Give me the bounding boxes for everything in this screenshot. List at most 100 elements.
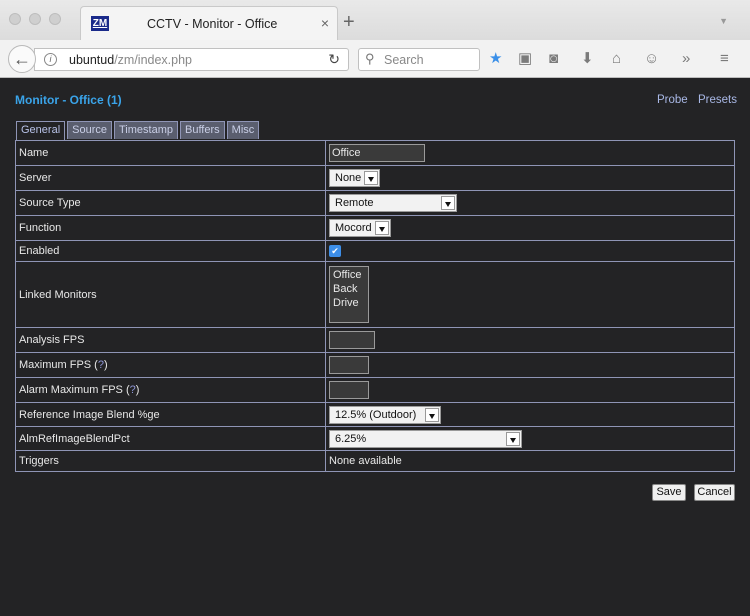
- browser-toolbar: i ubuntud/zm/index.php ↻ ← ⚲ Search ★ ▣ …: [0, 40, 750, 78]
- save-button[interactable]: Save: [652, 484, 686, 501]
- source-type-label: Source Type: [15, 190, 326, 216]
- name-cell: Office: [325, 140, 735, 166]
- linked-monitors-listbox[interactable]: Office Back Drive: [329, 266, 369, 323]
- alm-ref-blend-label: AlmRefImageBlendPct: [15, 426, 326, 451]
- alarm-maximum-fps-input[interactable]: [329, 381, 369, 399]
- alm-ref-blend-cell: 6.25%: [325, 426, 735, 451]
- browser-titlebar: ZM CCTV - Monitor - Office × + ▼: [0, 0, 750, 40]
- source-type-select-value: Remote: [335, 197, 374, 209]
- table-row: Name Office: [15, 140, 735, 166]
- name-input[interactable]: Office: [329, 144, 425, 162]
- analysis-fps-input[interactable]: [329, 331, 375, 349]
- list-item[interactable]: Drive: [333, 296, 365, 310]
- function-label: Function: [15, 215, 326, 241]
- table-row: AlmRefImageBlendPct 6.25%: [15, 426, 735, 451]
- new-tab-icon[interactable]: +: [343, 12, 355, 32]
- linked-monitors-cell: Office Back Drive: [325, 261, 735, 328]
- presets-link[interactable]: Presets: [698, 94, 737, 106]
- triggers-value: None available: [325, 450, 735, 472]
- alarm-maximum-fps-label: Alarm Maximum FPS (?): [15, 377, 326, 403]
- window-close-button[interactable]: [9, 13, 21, 25]
- source-type-select[interactable]: Remote: [329, 194, 457, 212]
- bookmark-star-icon[interactable]: ★: [489, 50, 502, 68]
- tab-source[interactable]: Source: [67, 121, 112, 139]
- tab-timestamp[interactable]: Timestamp: [114, 121, 178, 139]
- table-row: Enabled ✔: [15, 240, 735, 262]
- url-host: ubuntud: [69, 53, 115, 67]
- cancel-button[interactable]: Cancel: [694, 484, 735, 501]
- list-item[interactable]: Back: [333, 282, 365, 296]
- overflow-icon[interactable]: »: [682, 50, 690, 68]
- server-select[interactable]: None: [329, 169, 380, 187]
- analysis-fps-cell: [325, 327, 735, 353]
- maximum-fps-label: Maximum FPS (?): [15, 352, 326, 378]
- ref-blend-select-value: 12.5% (Outdoor): [335, 408, 417, 421]
- list-item[interactable]: Office: [333, 268, 365, 282]
- reading-list-icon[interactable]: ▣: [518, 50, 532, 68]
- info-icon[interactable]: i: [44, 53, 57, 66]
- back-arrow-icon[interactable]: ←: [8, 45, 36, 73]
- page-title: Monitor - Office (1): [15, 93, 122, 107]
- window-minimize-button[interactable]: [29, 13, 41, 25]
- enabled-checkbox[interactable]: ✔: [329, 245, 341, 258]
- ref-blend-label: Reference Image Blend %ge: [15, 402, 326, 427]
- url-bar[interactable]: i ubuntud/zm/index.php ↻: [34, 48, 349, 71]
- triggers-label: Triggers: [15, 450, 326, 472]
- table-row: Maximum FPS (?): [15, 352, 735, 378]
- enabled-label: Enabled: [15, 240, 326, 262]
- window-zoom-button[interactable]: [49, 13, 61, 25]
- menu-icon[interactable]: ≡: [720, 50, 729, 68]
- search-bar[interactable]: ⚲ Search: [358, 48, 480, 71]
- home-icon[interactable]: ⌂: [612, 50, 621, 68]
- table-row: Server None: [15, 165, 735, 191]
- browser-tab[interactable]: ZM CCTV - Monitor - Office ×: [80, 6, 338, 40]
- table-row: Alarm Maximum FPS (?): [15, 377, 735, 403]
- table-row: Source Type Remote: [15, 190, 735, 216]
- maximum-fps-input[interactable]: [329, 356, 369, 374]
- alarm-maximum-fps-cell: [325, 377, 735, 403]
- alm-ref-blend-select[interactable]: 6.25%: [329, 429, 522, 448]
- tab-general[interactable]: General: [16, 121, 66, 140]
- chevron-down-icon: [441, 196, 455, 210]
- server-cell: None: [325, 165, 735, 191]
- function-cell: Mocord: [325, 215, 735, 241]
- chevron-down-icon: [375, 221, 389, 235]
- function-select[interactable]: Mocord: [329, 219, 391, 237]
- search-input[interactable]: Search: [384, 53, 424, 67]
- table-row: Triggers None available: [15, 450, 735, 472]
- ref-blend-select[interactable]: 12.5% (Outdoor): [329, 405, 441, 424]
- chevron-down-icon: [506, 431, 520, 446]
- function-select-value: Mocord: [335, 222, 372, 234]
- reload-icon[interactable]: ↻: [328, 51, 340, 68]
- table-row: Linked Monitors Office Back Drive: [15, 261, 735, 328]
- emoji-icon[interactable]: ☺: [644, 50, 659, 68]
- tab-close-icon[interactable]: ×: [321, 15, 329, 31]
- server-select-value: None: [335, 172, 362, 184]
- table-row: Reference Image Blend %ge 12.5% (Outdoor…: [15, 402, 735, 427]
- table-row: Function Mocord: [15, 215, 735, 241]
- url-text[interactable]: ubuntud/zm/index.php: [69, 53, 192, 67]
- tab-misc[interactable]: Misc: [226, 121, 260, 139]
- tab-buffers[interactable]: Buffers: [180, 121, 225, 139]
- linked-monitors-label: Linked Monitors: [15, 261, 326, 328]
- table-row: Analysis FPS: [15, 327, 735, 353]
- zm-favicon-icon: ZM: [91, 16, 109, 31]
- tab-list-chevron-icon[interactable]: ▼: [719, 16, 728, 26]
- download-icon[interactable]: ⬇: [581, 50, 594, 68]
- alarm-maximum-fps-label-close: ): [135, 384, 140, 396]
- maximum-fps-label-close: ): [103, 359, 108, 371]
- probe-link[interactable]: Probe: [657, 94, 688, 106]
- source-type-cell: Remote: [325, 190, 735, 216]
- alarm-maximum-fps-label-text: Alarm Maximum FPS (: [19, 384, 130, 396]
- enabled-cell: ✔: [325, 240, 735, 262]
- monitor-tabs: General Source Timestamp Buffers Misc: [16, 121, 261, 140]
- search-icon: ⚲: [365, 51, 375, 66]
- pocket-icon[interactable]: ◙: [549, 50, 558, 68]
- maximum-fps-label-text: Maximum FPS (: [19, 359, 98, 371]
- tab-title: CCTV - Monitor - Office: [147, 17, 278, 31]
- server-label: Server: [15, 165, 326, 191]
- name-label: Name: [15, 140, 326, 166]
- maximum-fps-cell: [325, 352, 735, 378]
- alm-ref-blend-select-value: 6.25%: [335, 432, 367, 445]
- chevron-down-icon: [364, 171, 378, 185]
